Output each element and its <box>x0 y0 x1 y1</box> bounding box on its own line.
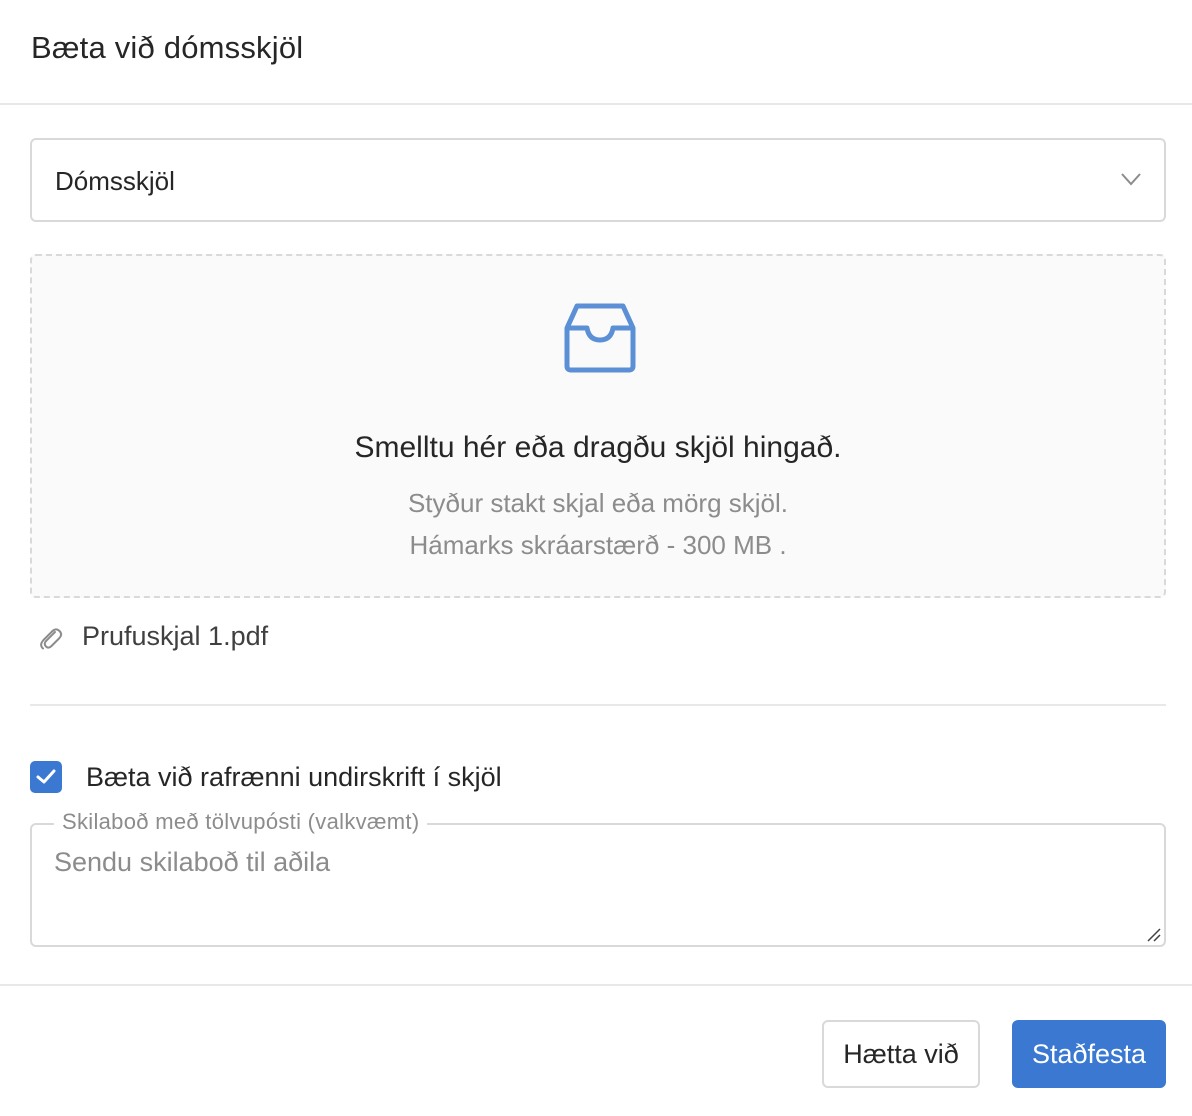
signature-checkbox-row[interactable]: Bæta við rafrænni undirskrift í skjöl <box>30 760 730 796</box>
confirm-button[interactable]: Staðfesta <box>1012 1020 1166 1088</box>
inbox-icon <box>564 303 636 373</box>
modal-header: Bæta við dómsskjöl <box>0 0 1192 105</box>
document-type-select-value: Dómsskjöl <box>55 166 175 196</box>
section-divider <box>30 704 1166 706</box>
dropzone-hint-max-size: Hámarks skráarstærð - 300 MB . <box>409 530 787 560</box>
uploaded-file-item[interactable]: Prufuskjal 1.pdf <box>30 616 1166 660</box>
email-message-textarea[interactable] <box>54 847 1134 927</box>
resize-handle-icon[interactable] <box>1145 926 1161 942</box>
add-court-documents-modal: Bæta við dómsskjöl Dómsskjöl Smelltu hér… <box>0 0 1192 1116</box>
email-message-field: Skilaboð með tölvupósti (valkvæmt) <box>30 809 1166 947</box>
email-message-label: Skilaboð með tölvupósti (valkvæmt) <box>54 809 428 835</box>
footer-divider <box>0 984 1192 986</box>
uploaded-file-name: Prufuskjal 1.pdf <box>82 621 269 651</box>
chevron-down-icon <box>1121 173 1141 186</box>
cancel-button[interactable]: Hætta við <box>822 1020 980 1088</box>
dropzone-hint-multiple: Styður stakt skjal eða mörg skjöl. <box>407 488 789 518</box>
document-type-select[interactable]: Dómsskjöl <box>30 138 1166 222</box>
file-upload-dropzone[interactable]: Smelltu hér eða dragðu skjöl hingað. Sty… <box>30 254 1166 598</box>
signature-checkbox[interactable] <box>30 761 62 793</box>
paperclip-icon <box>40 628 63 650</box>
checkmark-icon <box>36 769 56 784</box>
signature-checkbox-label: Bæta við rafrænni undirskrift í skjöl <box>86 762 502 792</box>
dropzone-title: Smelltu hér eða dragðu skjöl hingað. <box>354 431 842 464</box>
modal-title: Bæta við dómsskjöl <box>31 30 304 65</box>
